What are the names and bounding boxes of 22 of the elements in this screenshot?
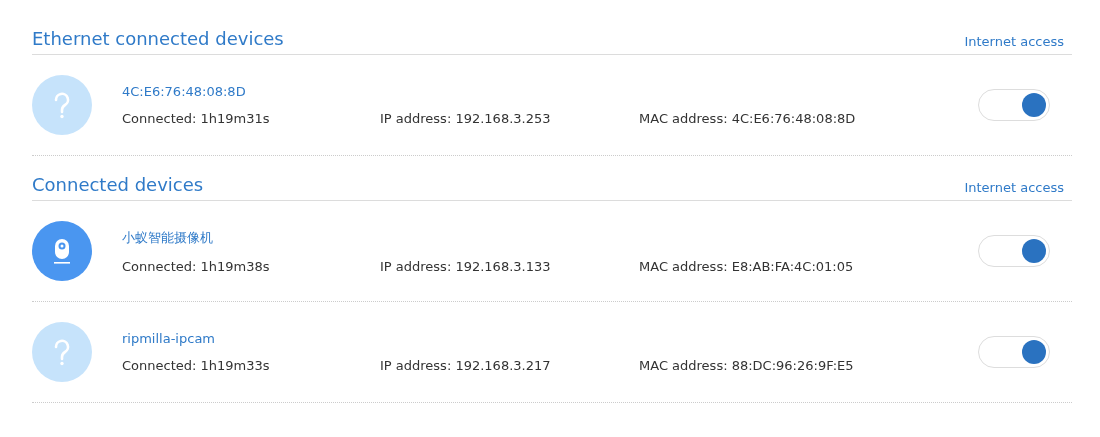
question-mark-icon — [32, 322, 92, 382]
connected-time: Connected: 1h19m33s — [122, 358, 271, 373]
mac-address: MAC address: 4C:E6:76:48:08:8D — [639, 111, 856, 126]
ip-address: IP address: 192.168.3.133 — [380, 258, 552, 274]
column-label: Internet access — [964, 180, 1065, 195]
connected-time: Connected: 1h19m31s — [122, 111, 271, 126]
section-title: Ethernet connected devices — [32, 28, 284, 49]
device-name: 小蚁智能摄像机 — [122, 228, 214, 247]
ip-address: IP address: 192.168.3.217 — [380, 358, 552, 373]
mac-address: MAC address: 88:DC:96:26:9F:E5 — [639, 358, 854, 373]
internet-access-toggle[interactable] — [978, 235, 1050, 267]
camera-icon — [32, 221, 92, 281]
internet-access-toggle[interactable] — [978, 89, 1050, 121]
column-label: Internet access — [964, 34, 1065, 49]
question-mark-icon — [32, 75, 92, 135]
internet-access-toggle[interactable] — [978, 336, 1050, 368]
connected-time: Connected: 1h19m38s — [122, 258, 271, 274]
section-title: Connected devices — [32, 174, 204, 195]
mac-address: MAC address: E8:AB:FA:4C:01:05 — [639, 258, 854, 274]
device-name: 4C:E6:76:48:08:8D — [122, 84, 247, 99]
ip-address: IP address: 192.168.3.253 — [380, 111, 552, 126]
device-name: ripmilla-ipcam — [122, 331, 216, 346]
